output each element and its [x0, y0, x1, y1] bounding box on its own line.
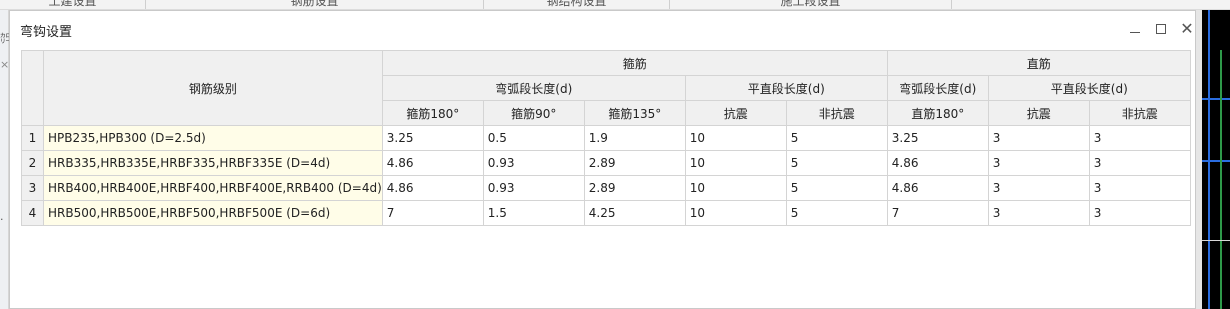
column-header: 箍筋90° [482, 100, 585, 126]
column-header: 箍筋180° [381, 100, 484, 126]
value-cell[interactable]: 3 [1088, 200, 1191, 226]
value-cell[interactable]: 0.93 [482, 150, 585, 176]
table-row: 4 HRB500,HRB500E,HRBF500,HRBF500E (D=6d)… [21, 200, 1191, 226]
minimize-icon [1130, 32, 1140, 33]
hook-settings-dialog: 弯钩设置 ✕ 钢筋级别 箍筋 直筋 弯弧段长度(d) 平直段长度(d) 弯弧段长… [9, 10, 1196, 309]
tab-steel-structure-settings[interactable]: 钢结构设置 [484, 0, 670, 9]
value-cell[interactable]: 3 [987, 175, 1090, 201]
straight-bar-group-header: 直筋 [886, 50, 1191, 76]
value-cell[interactable]: 10 [684, 200, 787, 226]
table-row: 2 HRB335,HRB335E,HRBF335,HRBF335E (D=4d)… [21, 150, 1191, 176]
value-cell[interactable]: 3 [1088, 150, 1191, 176]
background-tab-strip: 土建设置 钢筋设置 钢结构设置 施工段设置 [0, 0, 1230, 10]
column-header: 抗震 [684, 100, 787, 126]
value-cell[interactable]: 1.5 [482, 200, 585, 226]
value-cell[interactable]: 4.86 [381, 175, 484, 201]
hook-settings-table: 钢筋级别 箍筋 直筋 弯弧段长度(d) 平直段长度(d) 弯弧段长度(d) 平直… [21, 50, 1191, 226]
dialog-titlebar: 弯钩设置 ✕ [10, 11, 1195, 48]
row-number: 1 [21, 125, 44, 151]
table-row: 1 HPB235,HPB300 (D=2.5d) 3.25 0.5 1.9 10… [21, 125, 1191, 151]
close-icon: ✕ [1180, 19, 1194, 38]
value-cell[interactable]: 3 [987, 125, 1090, 151]
close-button[interactable]: ✕ [1176, 18, 1198, 40]
value-cell[interactable]: 7 [886, 200, 989, 226]
value-cell[interactable]: 3.25 [381, 125, 484, 151]
value-cell[interactable]: 4.86 [886, 175, 989, 201]
row-number: 4 [21, 200, 44, 226]
grade-cell[interactable]: HRB400,HRB400E,HRBF400,HRBF400E,RRB400 (… [43, 175, 383, 201]
table-row: 3 HRB400,HRB400E,HRBF400,HRBF400E,RRB400… [21, 175, 1191, 201]
value-cell[interactable]: 5 [785, 125, 888, 151]
value-cell[interactable]: 7 [381, 200, 484, 226]
grade-cell[interactable]: HRB500,HRB500E,HRBF500,HRBF500E (D=6d) [43, 200, 383, 226]
grade-cell[interactable]: HRB335,HRB335E,HRBF335,HRBF335E (D=4d) [43, 150, 383, 176]
column-header: 抗震 [987, 100, 1090, 126]
value-cell[interactable]: 3.25 [886, 125, 989, 151]
row-number: 2 [21, 150, 44, 176]
stirrup-group-header: 箍筋 [381, 50, 888, 76]
row-number-header [21, 50, 44, 126]
maximize-button[interactable] [1150, 18, 1172, 40]
value-cell[interactable]: 3 [1088, 175, 1191, 201]
column-header: 非抗震 [785, 100, 888, 126]
value-cell[interactable]: 10 [684, 175, 787, 201]
straight-arc-length-header: 弯弧段长度(d) [886, 75, 989, 101]
value-cell[interactable]: 10 [684, 150, 787, 176]
column-header: 非抗震 [1088, 100, 1191, 126]
column-header: 直筋180° [886, 100, 989, 126]
grade-column-header: 钢筋级别 [43, 50, 383, 126]
row-number: 3 [21, 175, 44, 201]
value-cell[interactable]: 2.89 [583, 150, 686, 176]
tab-rebar-settings[interactable]: 钢筋设置 [146, 0, 484, 9]
value-cell[interactable]: 0.93 [482, 175, 585, 201]
value-cell[interactable]: 4.86 [886, 150, 989, 176]
grade-cell[interactable]: HPB235,HPB300 (D=2.5d) [43, 125, 383, 151]
maximize-icon [1156, 24, 1166, 34]
background-left-panel: ㌍ × . [0, 10, 9, 309]
stirrup-arc-length-header: 弯弧段长度(d) [381, 75, 686, 101]
value-cell[interactable]: 3 [1088, 125, 1191, 151]
value-cell[interactable]: 0.5 [482, 125, 585, 151]
straight-flat-length-header: 平直段长度(d) [987, 75, 1191, 101]
tab-civil-settings[interactable]: 土建设置 [0, 0, 146, 9]
value-cell[interactable]: 1.9 [583, 125, 686, 151]
value-cell[interactable]: 5 [785, 200, 888, 226]
dialog-title: 弯钩设置 [20, 25, 73, 40]
value-cell[interactable]: 5 [785, 175, 888, 201]
background-cad-canvas [1196, 10, 1230, 309]
value-cell[interactable]: 4.25 [583, 200, 686, 226]
value-cell[interactable]: 10 [684, 125, 787, 151]
value-cell[interactable]: 5 [785, 150, 888, 176]
stirrup-flat-length-header: 平直段长度(d) [684, 75, 888, 101]
minimize-button[interactable] [1124, 18, 1146, 40]
value-cell[interactable]: 3 [987, 200, 1090, 226]
value-cell[interactable]: 3 [987, 150, 1090, 176]
column-header: 箍筋135° [583, 100, 686, 126]
value-cell[interactable]: 2.89 [583, 175, 686, 201]
value-cell[interactable]: 4.86 [381, 150, 484, 176]
tab-construction-section-settings[interactable]: 施工段设置 [670, 0, 952, 9]
